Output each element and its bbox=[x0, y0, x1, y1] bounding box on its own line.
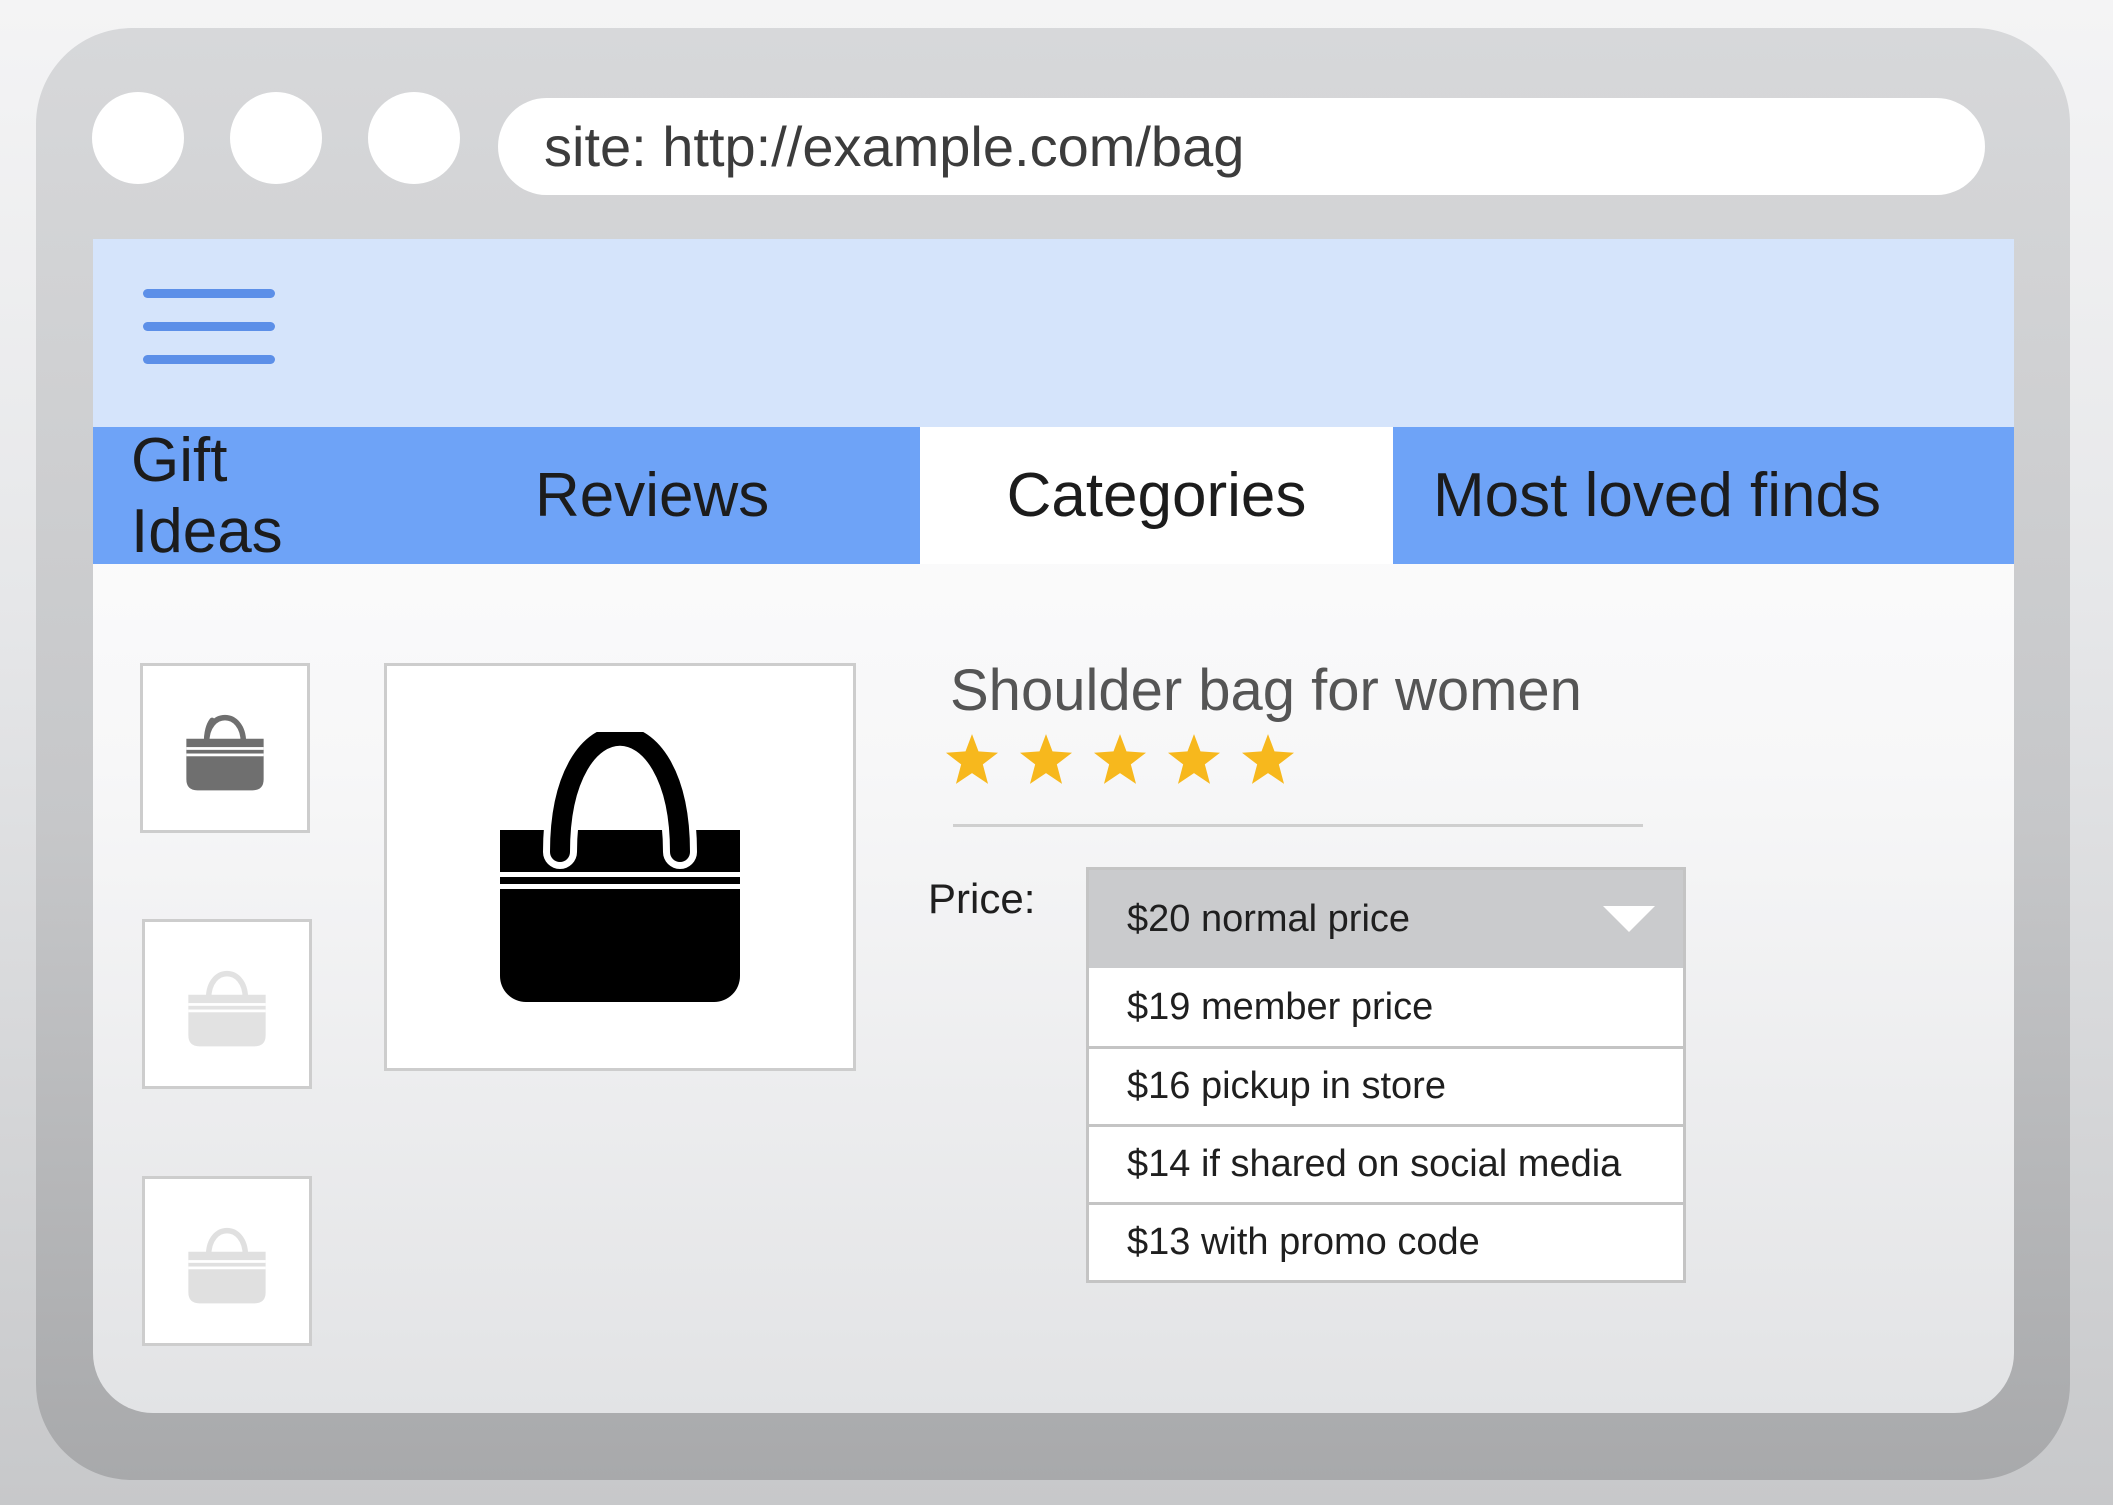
site-header bbox=[93, 239, 2014, 427]
price-selected-text: $20 normal price bbox=[1127, 897, 1411, 940]
price-dropdown[interactable]: $20 normal price $19 member price $16 pi… bbox=[1086, 867, 1686, 1283]
address-bar-text: site: http://example.com/bag bbox=[544, 115, 1245, 178]
tab-gift-ideas[interactable]: Gift Ideas bbox=[93, 425, 385, 566]
product-main-image[interactable] bbox=[384, 663, 856, 1071]
product-rating bbox=[946, 734, 1294, 784]
price-option[interactable]: $19 member price bbox=[1089, 968, 1683, 1046]
product-title: Shoulder bag for women bbox=[950, 658, 1582, 723]
tab-most-loved-finds[interactable]: Most loved finds bbox=[1393, 427, 2014, 564]
address-bar[interactable]: site: http://example.com/bag bbox=[498, 98, 1985, 195]
page-viewport: Gift Ideas Reviews Categories Most loved… bbox=[93, 239, 2014, 1413]
bag-icon bbox=[188, 971, 266, 1047]
price-option[interactable]: $14 if shared on social media bbox=[1089, 1124, 1683, 1202]
menu-icon[interactable] bbox=[143, 289, 275, 365]
price-option[interactable]: $16 pickup in store bbox=[1089, 1046, 1683, 1124]
star-icon bbox=[1242, 734, 1294, 784]
tab-label: Reviews bbox=[535, 461, 770, 530]
price-dropdown-selected[interactable]: $20 normal price bbox=[1089, 870, 1683, 968]
product-thumbnail-3[interactable] bbox=[142, 1176, 312, 1346]
star-icon bbox=[1168, 734, 1220, 784]
divider bbox=[953, 824, 1643, 827]
tab-label: Gift Ideas bbox=[131, 425, 283, 566]
price-option-text: $14 if shared on social media bbox=[1127, 1143, 1622, 1185]
tab-label: Categories bbox=[1006, 461, 1307, 530]
window-control-dot-2[interactable] bbox=[230, 92, 322, 184]
product-thumbnail-2[interactable] bbox=[142, 919, 312, 1089]
tab-categories[interactable]: Categories bbox=[920, 427, 1393, 564]
tab-label: Most loved finds bbox=[1433, 461, 1881, 530]
star-icon bbox=[1020, 734, 1072, 784]
window-control-dot-3[interactable] bbox=[368, 92, 460, 184]
bag-icon bbox=[186, 711, 264, 791]
price-option-text: $13 with promo code bbox=[1127, 1221, 1480, 1263]
bag-icon bbox=[500, 732, 740, 1002]
price-option[interactable]: $13 with promo code bbox=[1089, 1202, 1683, 1280]
price-option-text: $19 member price bbox=[1127, 985, 1434, 1028]
star-icon bbox=[1094, 734, 1146, 784]
chevron-down-icon[interactable] bbox=[1603, 906, 1655, 932]
bag-icon bbox=[188, 1228, 266, 1304]
star-icon bbox=[946, 734, 998, 784]
price-option-text: $16 pickup in store bbox=[1127, 1065, 1446, 1107]
tab-reviews[interactable]: Reviews bbox=[385, 427, 920, 564]
product-thumbnail-1[interactable] bbox=[140, 663, 310, 833]
price-label: Price: bbox=[928, 875, 1036, 922]
window-control-dot-1[interactable] bbox=[92, 92, 184, 184]
nav-tabs: Gift Ideas Reviews Categories Most loved… bbox=[93, 425, 2014, 566]
